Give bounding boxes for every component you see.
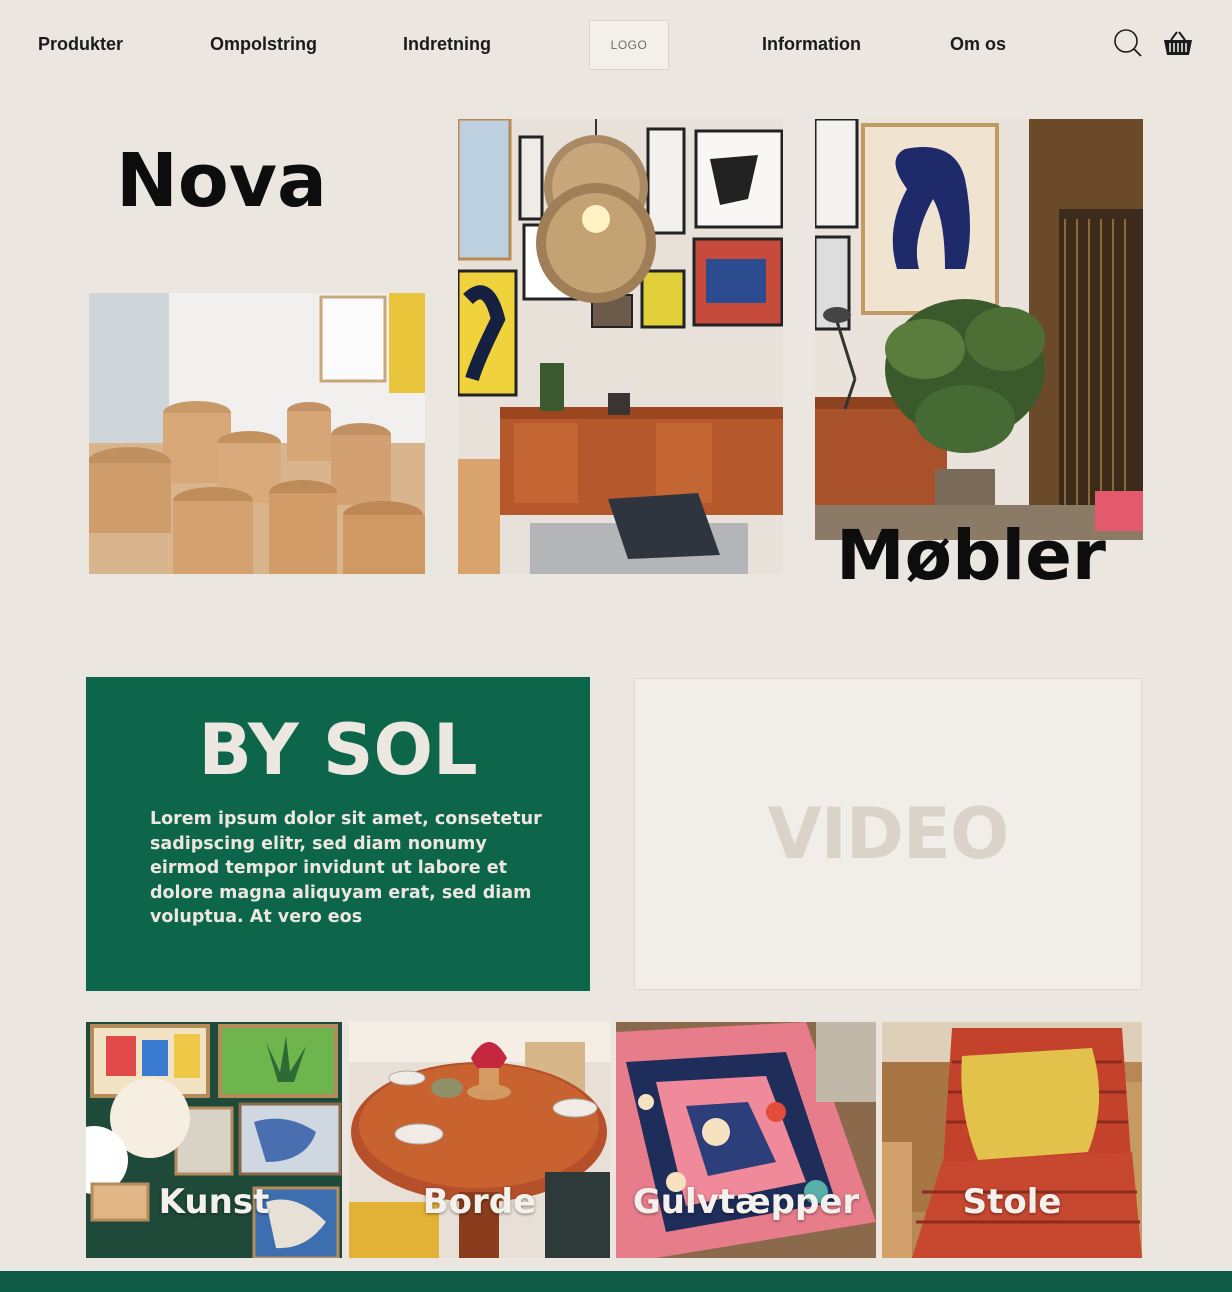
about-title: BY SOL (198, 709, 478, 791)
category-label-stole: Stole (962, 1182, 1062, 1222)
category-label-gulvtaepper: Gulvtæpper (632, 1182, 860, 1222)
video-label: VIDEO (767, 793, 1010, 875)
basket-icon[interactable] (1162, 28, 1194, 60)
hero-title-mobler: Møbler (836, 516, 1106, 596)
category-stole[interactable]: Stole (882, 1022, 1142, 1258)
nav-indretning[interactable]: Indretning (403, 34, 491, 55)
interior-photo-sideboard (458, 119, 783, 574)
baskets-photo (89, 293, 425, 574)
logo-text: LOGO (610, 38, 648, 52)
search-icon[interactable] (1112, 28, 1144, 60)
footer-bar (0, 1271, 1232, 1292)
interior-photo-plant (815, 119, 1143, 540)
nav-om-os[interactable]: Om os (950, 34, 1006, 55)
nav-produkter[interactable]: Produkter (38, 34, 123, 55)
category-label-borde: Borde (422, 1182, 537, 1222)
category-label-kunst: Kunst (158, 1182, 270, 1222)
video-placeholder[interactable]: VIDEO (634, 678, 1142, 990)
nav-ompolstring[interactable]: Ompolstring (210, 34, 317, 55)
nav-information[interactable]: Information (762, 34, 861, 55)
category-gulvtaepper[interactable]: Gulvtæpper (616, 1022, 876, 1258)
category-borde[interactable]: Borde (349, 1022, 610, 1258)
about-body: Lorem ipsum dolor sit amet, consetetur s… (150, 809, 542, 927)
hero-title-nova: Nova (116, 138, 327, 224)
about-card: BY SOL Lorem ipsum dolor sit amet, conse… (86, 677, 590, 991)
logo[interactable]: LOGO (589, 20, 669, 70)
category-kunst[interactable]: Kunst (86, 1022, 342, 1258)
